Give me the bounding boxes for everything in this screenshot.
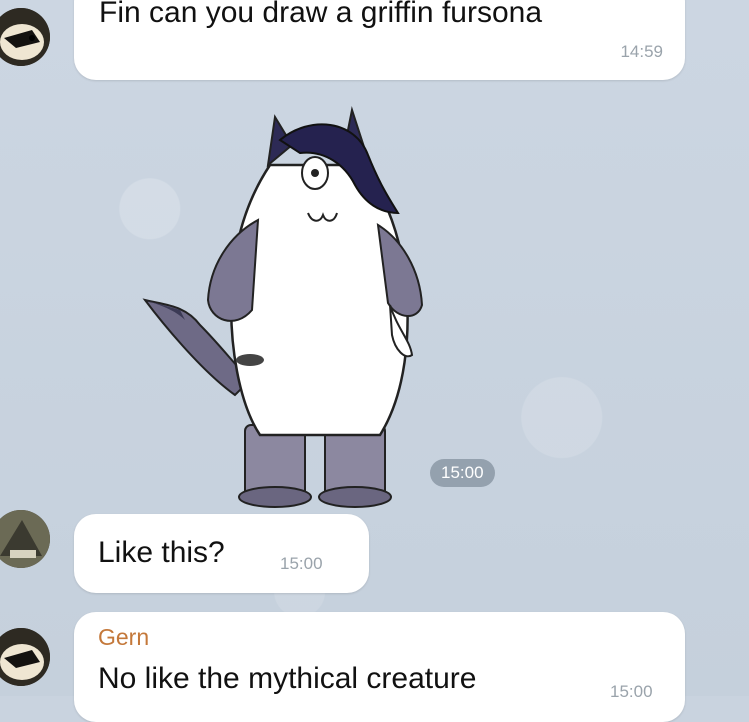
message-bubble[interactable]: Gern No like the mythical creature 15:00 — [74, 612, 685, 722]
message-timestamp: 15:00 — [280, 554, 323, 573]
message-timestamp: 14:59 — [620, 42, 663, 61]
message-bubble[interactable]: Fin can you draw a griffin fursona 14:59 — [74, 0, 685, 80]
sticker-timestamp: 15:00 — [430, 459, 495, 487]
message-timestamp: 15:00 — [610, 682, 653, 701]
griffin-fursona-sticker[interactable] — [140, 105, 440, 515]
message-text: No like the mythical creature — [98, 662, 477, 695]
sender-name[interactable]: Gern — [98, 624, 149, 651]
sticker-image — [142, 106, 424, 508]
message-bubble[interactable]: Like this? 15:00 — [74, 514, 369, 593]
message-text: Like this? — [98, 536, 225, 569]
message-text: Fin can you draw a griffin fursona — [99, 0, 543, 29]
